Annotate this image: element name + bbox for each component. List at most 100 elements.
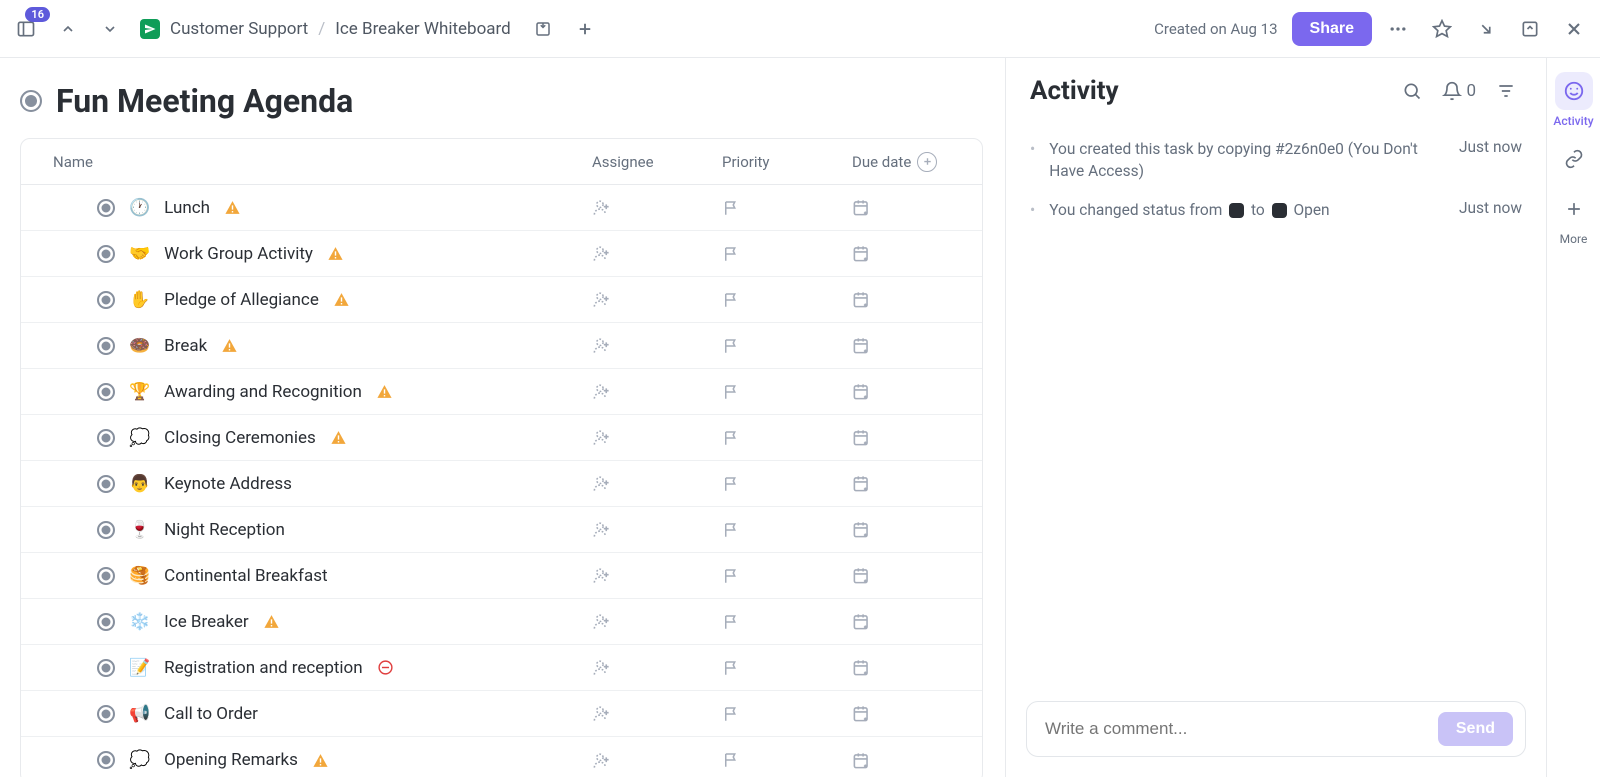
next-task-button[interactable]: [92, 11, 128, 47]
subtask-name[interactable]: Awarding and Recognition: [164, 382, 362, 402]
subtask-name[interactable]: Closing Ceremonies: [164, 428, 316, 448]
priority-cell[interactable]: [722, 521, 852, 539]
subtask-row[interactable]: 💭Closing Ceremonies: [21, 415, 982, 461]
assignee-cell[interactable]: [592, 428, 722, 447]
due-date-cell[interactable]: [852, 520, 962, 539]
add-button[interactable]: [567, 11, 603, 47]
priority-cell[interactable]: [722, 751, 852, 769]
priority-cell[interactable]: [722, 613, 852, 631]
task-title[interactable]: Fun Meeting Agenda: [56, 82, 353, 120]
assignee-cell[interactable]: [592, 336, 722, 355]
priority-cell[interactable]: [722, 567, 852, 585]
rail-activity-button[interactable]: Activity: [1553, 72, 1595, 128]
subtask-row[interactable]: 🤝Work Group Activity: [21, 231, 982, 277]
subtask-row[interactable]: 💭Opening Remarks: [21, 737, 982, 777]
due-date-cell[interactable]: [852, 336, 962, 355]
assignee-cell[interactable]: [592, 704, 722, 723]
assignee-cell[interactable]: [592, 612, 722, 631]
subtask-row[interactable]: 🍷Night Reception: [21, 507, 982, 553]
open-new-button[interactable]: [525, 11, 561, 47]
subtask-status-icon[interactable]: [97, 429, 115, 447]
favorite-button[interactable]: [1424, 11, 1460, 47]
comment-input[interactable]: [1045, 719, 1428, 739]
subtask-row[interactable]: 🏆Awarding and Recognition: [21, 369, 982, 415]
send-button[interactable]: Send: [1438, 712, 1513, 746]
due-date-cell[interactable]: [852, 474, 962, 493]
column-name-header[interactable]: Name: [53, 153, 592, 171]
priority-cell[interactable]: [722, 383, 852, 401]
subtask-row[interactable]: 🥞Continental Breakfast: [21, 553, 982, 599]
priority-cell[interactable]: [722, 199, 852, 217]
due-date-cell[interactable]: [852, 244, 962, 263]
due-date-cell[interactable]: [852, 658, 962, 677]
column-due-header[interactable]: Due date: [852, 153, 911, 171]
priority-cell[interactable]: [722, 245, 852, 263]
assignee-cell[interactable]: [592, 290, 722, 309]
subtask-row[interactable]: 📢Call to Order: [21, 691, 982, 737]
task-status-icon[interactable]: [20, 90, 42, 112]
subtask-status-icon[interactable]: [97, 613, 115, 631]
subtask-row[interactable]: ✋Pledge of Allegiance: [21, 277, 982, 323]
subtask-row[interactable]: ❄️Ice Breaker: [21, 599, 982, 645]
assignee-cell[interactable]: [592, 566, 722, 585]
due-date-cell[interactable]: [852, 428, 962, 447]
column-priority-header[interactable]: Priority: [722, 153, 852, 171]
subtask-name[interactable]: Pledge of Allegiance: [164, 290, 319, 310]
assignee-cell[interactable]: [592, 520, 722, 539]
priority-cell[interactable]: [722, 337, 852, 355]
sidebar-toggle-button[interactable]: 16: [8, 11, 44, 47]
assignee-cell[interactable]: [592, 658, 722, 677]
subtask-row[interactable]: 👨Keynote Address: [21, 461, 982, 507]
assignee-cell[interactable]: [592, 382, 722, 401]
subtask-row[interactable]: 🍩Break: [21, 323, 982, 369]
assignee-cell[interactable]: [592, 474, 722, 493]
rail-add-button[interactable]: More: [1553, 190, 1595, 246]
assignee-cell[interactable]: [592, 751, 722, 770]
rail-link-button[interactable]: [1553, 140, 1595, 178]
subtask-status-icon[interactable]: [97, 383, 115, 401]
subtask-status-icon[interactable]: [97, 705, 115, 723]
subtask-status-icon[interactable]: [97, 199, 115, 217]
subtask-name[interactable]: Work Group Activity: [164, 244, 313, 264]
breadcrumb-current[interactable]: Ice Breaker Whiteboard: [335, 19, 511, 39]
priority-cell[interactable]: [722, 659, 852, 677]
collapse-icon[interactable]: [1468, 11, 1504, 47]
subtask-status-icon[interactable]: [97, 245, 115, 263]
share-button[interactable]: Share: [1292, 12, 1372, 46]
priority-cell[interactable]: [722, 291, 852, 309]
add-column-button[interactable]: [917, 152, 937, 172]
notifications-toggle[interactable]: 0: [1442, 81, 1476, 101]
subtask-status-icon[interactable]: [97, 475, 115, 493]
subtask-status-icon[interactable]: [97, 521, 115, 539]
subtask-row[interactable]: 🕐Lunch: [21, 185, 982, 231]
due-date-cell[interactable]: [852, 198, 962, 217]
subtask-name[interactable]: Registration and reception: [164, 658, 362, 678]
due-date-cell[interactable]: [852, 382, 962, 401]
priority-cell[interactable]: [722, 429, 852, 447]
due-date-cell[interactable]: [852, 290, 962, 309]
subtask-name[interactable]: Ice Breaker: [164, 612, 248, 632]
priority-cell[interactable]: [722, 475, 852, 493]
subtask-row[interactable]: 📝Registration and reception: [21, 645, 982, 691]
subtask-status-icon[interactable]: [97, 751, 115, 769]
due-date-cell[interactable]: [852, 566, 962, 585]
subtask-status-icon[interactable]: [97, 659, 115, 677]
search-activity-button[interactable]: [1394, 73, 1430, 109]
due-date-cell[interactable]: [852, 612, 962, 631]
subtask-name[interactable]: Night Reception: [164, 520, 285, 540]
expand-button[interactable]: [1512, 11, 1548, 47]
more-menu-button[interactable]: [1380, 11, 1416, 47]
subtask-name[interactable]: Keynote Address: [164, 474, 292, 494]
subtask-status-icon[interactable]: [97, 291, 115, 309]
subtask-name[interactable]: Break: [164, 336, 207, 356]
column-assignee-header[interactable]: Assignee: [592, 153, 722, 171]
priority-cell[interactable]: [722, 705, 852, 723]
filter-activity-button[interactable]: [1488, 73, 1524, 109]
due-date-cell[interactable]: [852, 751, 962, 770]
subtask-status-icon[interactable]: [97, 567, 115, 585]
subtask-name[interactable]: Continental Breakfast: [164, 566, 327, 586]
due-date-cell[interactable]: [852, 704, 962, 723]
prev-task-button[interactable]: [50, 11, 86, 47]
assignee-cell[interactable]: [592, 244, 722, 263]
breadcrumb-parent[interactable]: Customer Support: [170, 19, 308, 39]
